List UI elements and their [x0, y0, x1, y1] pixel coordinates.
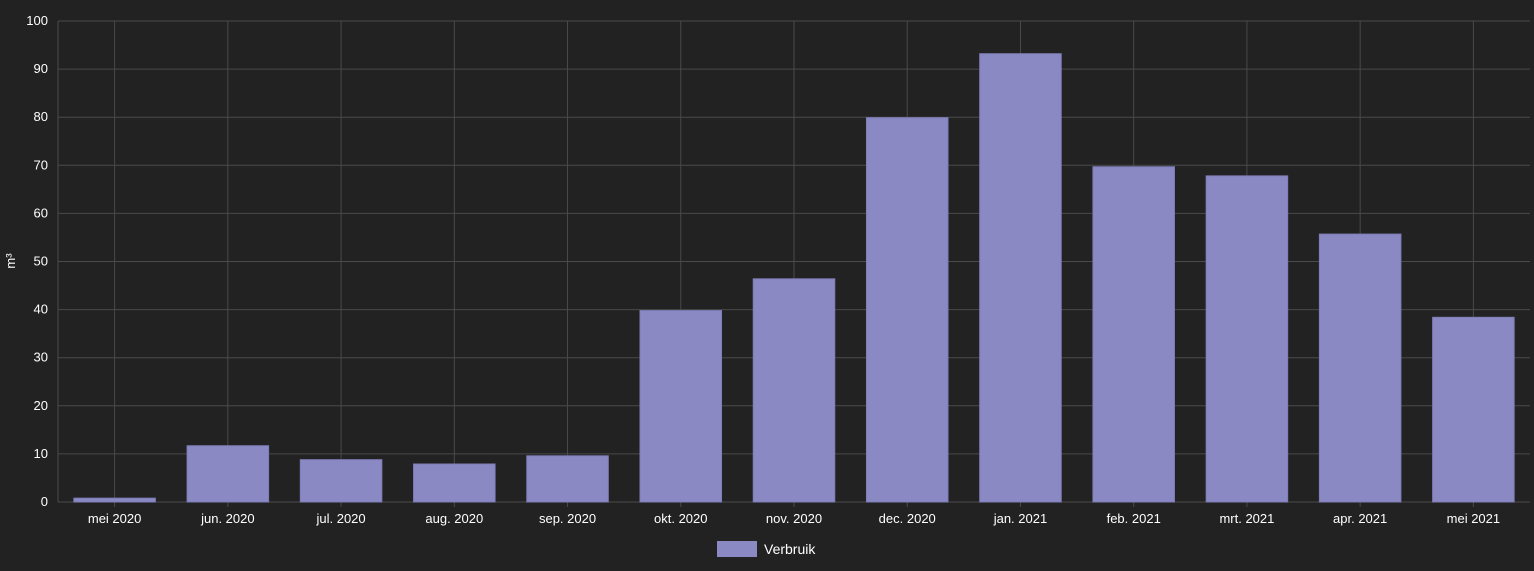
- y-tick-label: 40: [34, 302, 48, 317]
- bar: [752, 278, 836, 503]
- y-tick-label: 0: [41, 494, 48, 509]
- y-axis-ticks: 0 10 20 30 40 50 60 70 80 90 100: [26, 13, 48, 509]
- bar: [979, 53, 1062, 503]
- x-tick-label: jan. 2021: [993, 511, 1048, 526]
- bar: [865, 117, 949, 503]
- bar: [1318, 233, 1402, 503]
- bar: [1092, 166, 1175, 503]
- x-tick-label: mei 2020: [88, 511, 141, 526]
- x-tick-label: aug. 2020: [425, 511, 483, 526]
- y-axis-title: m³: [3, 253, 18, 269]
- x-tick-label: mei 2021: [1447, 511, 1500, 526]
- x-tick-label: apr. 2021: [1333, 511, 1387, 526]
- y-tick-label: 10: [34, 446, 48, 461]
- x-tick-label: sep. 2020: [539, 511, 596, 526]
- bar: [299, 459, 383, 503]
- legend-swatch[interactable]: [717, 541, 757, 557]
- x-tick-label: nov. 2020: [766, 511, 822, 526]
- legend-label-verbruik[interactable]: Verbruik: [764, 541, 816, 557]
- bar-chart: 0 10 20 30 40 50 60 70 80 90 100 mei 2020 jun. 2020…: [3, 13, 1530, 557]
- bar: [413, 463, 496, 503]
- x-tick-label: dec. 2020: [879, 511, 936, 526]
- y-tick-label: 100: [26, 13, 48, 28]
- y-tick-label: 90: [34, 61, 48, 76]
- y-tick-label: 20: [34, 398, 48, 413]
- x-tick-label: feb. 2021: [1107, 511, 1161, 526]
- y-tick-label: 80: [34, 109, 48, 124]
- bar: [186, 445, 270, 503]
- y-tick-label: 30: [34, 350, 48, 365]
- bar: [526, 455, 609, 503]
- bar: [73, 497, 156, 503]
- x-axis-ticks: mei 2020 jun. 2020 jul. 2020 aug. 2020 sep. …: [88, 511, 1500, 526]
- x-tick-label: okt. 2020: [654, 511, 708, 526]
- x-tick-label: jul. 2020: [315, 511, 365, 526]
- chart-container: 0 10 20 30 40 50 60 70 80 90 100 mei 2020 jun. 2020…: [0, 0, 1534, 566]
- x-tick-label: jun. 2020: [200, 511, 255, 526]
- legend[interactable]: Verbruik: [717, 541, 816, 557]
- bar: [1205, 175, 1289, 503]
- y-tick-label: 70: [34, 157, 48, 172]
- bar: [1432, 316, 1515, 503]
- y-tick-label: 50: [34, 254, 48, 269]
- y-tick-label: 60: [34, 205, 48, 220]
- bar: [639, 310, 723, 503]
- x-tick-label: mrt. 2021: [1219, 511, 1274, 526]
